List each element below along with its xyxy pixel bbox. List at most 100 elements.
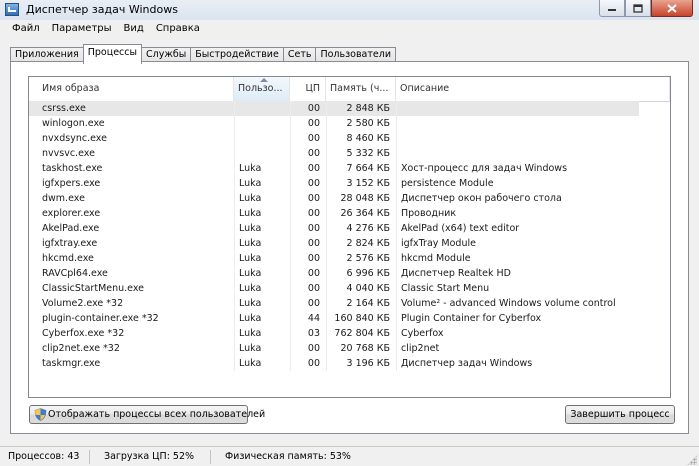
cell-image-name: ClassicStartMenu.exe bbox=[42, 283, 145, 294]
column-memory[interactable]: Память (ч... bbox=[326, 77, 396, 101]
cell-memory: 2 580 КБ bbox=[326, 116, 396, 131]
title-bar[interactable]: Диспетчер задач Windows bbox=[0, 0, 699, 20]
table-row[interactable]: clip2net.exe *32 Luka 00 20 768 КБ clip2net bbox=[29, 341, 670, 356]
table-row[interactable]: taskmgr.exe Luka 00 3 196 КБ Диспетчер задач… bbox=[29, 356, 670, 371]
column-user[interactable]: Пользо... bbox=[234, 77, 290, 101]
cell-image-name: dwm.exe bbox=[42, 193, 85, 204]
table-row[interactable]: plugin-container.exe *32 Luka 44 160 840 КБ… bbox=[29, 311, 670, 326]
table-row[interactable]: Cyberfox.exe *32 Luka 03 762 804 КБ Cyberfox bbox=[29, 326, 670, 341]
cell-memory: 3 152 КБ bbox=[326, 176, 396, 191]
cell-description: Хост-процесс для задач Windows bbox=[396, 161, 670, 176]
table-row[interactable]: csrss.exe 00 2 848 КБ bbox=[29, 101, 639, 116]
cell-memory: 3 196 КБ bbox=[326, 356, 396, 371]
cell-cpu: 00 bbox=[290, 356, 326, 371]
menu-file[interactable]: Файл bbox=[6, 20, 46, 38]
cell-memory: 7 664 КБ bbox=[326, 161, 396, 176]
cell-user bbox=[234, 131, 290, 146]
cell-memory: 2 576 КБ bbox=[326, 251, 396, 266]
cell-image-name: explorer.exe bbox=[42, 208, 101, 219]
resize-grip[interactable] bbox=[687, 455, 697, 465]
cell-user: Luka bbox=[234, 296, 290, 311]
cell-user bbox=[234, 116, 290, 131]
cell-memory: 4 276 КБ bbox=[326, 221, 396, 236]
cell-cpu: 00 bbox=[290, 101, 326, 116]
menu-bar: Файл Параметры Вид Справка bbox=[0, 20, 206, 38]
cell-user: Luka bbox=[234, 281, 290, 296]
show-all-users-processes-button[interactable]: Отображать процессы всех пользователей bbox=[29, 405, 265, 424]
cell-image-name: winlogon.exe bbox=[42, 118, 105, 129]
cell-user: Luka bbox=[234, 161, 290, 176]
cell-description: Проводник bbox=[396, 206, 670, 221]
tab-processes[interactable]: Процессы bbox=[82, 44, 142, 64]
column-description[interactable]: Описание bbox=[396, 77, 670, 101]
cell-description: igfxTray Module bbox=[396, 236, 670, 251]
cell-description: persistence Module bbox=[396, 176, 670, 191]
cell-cpu: 00 bbox=[290, 131, 326, 146]
table-row[interactable]: nvxdsync.exe 00 8 460 КБ bbox=[29, 131, 670, 146]
table-row[interactable]: nvvsvc.exe 00 5 332 КБ bbox=[29, 146, 670, 161]
cell-cpu: 00 bbox=[290, 206, 326, 221]
menu-view[interactable]: Вид bbox=[118, 20, 150, 38]
status-bar: Процессов: 43 Загрузка ЦП: 52% Физическа… bbox=[0, 446, 699, 466]
cell-description bbox=[396, 101, 670, 116]
table-row[interactable]: Volume2.exe *32 Luka 00 2 164 КБ Volume² - a… bbox=[29, 296, 670, 311]
cell-memory: 4 040 КБ bbox=[326, 281, 396, 296]
cell-memory: 20 768 КБ bbox=[326, 341, 396, 356]
cell-image-name: taskmgr.exe bbox=[42, 358, 101, 369]
cell-cpu: 00 bbox=[290, 221, 326, 236]
menu-options[interactable]: Параметры bbox=[46, 20, 118, 38]
window-title: Диспетчер задач Windows bbox=[26, 3, 178, 16]
table-header: Имя образа Пользо... ЦП Память (ч... Опи… bbox=[29, 77, 670, 102]
cell-user: Luka bbox=[234, 191, 290, 206]
minimize-button[interactable] bbox=[599, 0, 625, 17]
task-manager-icon bbox=[5, 3, 19, 16]
table-row[interactable]: hkcmd.exe Luka 00 2 576 КБ hkcmd Module bbox=[29, 251, 670, 266]
processes-panel: Имя образа Пользо... ЦП Память (ч... Опи… bbox=[10, 61, 689, 434]
table-row[interactable]: explorer.exe Luka 00 26 364 КБ Проводник bbox=[29, 206, 670, 221]
column-user-label: Пользо... bbox=[238, 83, 283, 94]
status-process-count: Процессов: 43 bbox=[0, 450, 90, 464]
table-row[interactable]: winlogon.exe 00 2 580 КБ bbox=[29, 116, 670, 131]
cell-image-name: clip2net.exe *32 bbox=[42, 343, 120, 354]
cell-image-name: taskhost.exe bbox=[42, 163, 103, 174]
close-button[interactable] bbox=[651, 0, 693, 17]
cell-description bbox=[396, 146, 670, 161]
cell-description: Volume² - advanced Windows volume contro… bbox=[396, 296, 670, 311]
cell-user bbox=[234, 101, 290, 116]
cell-memory: 2 164 КБ bbox=[326, 296, 396, 311]
cell-memory: 2 848 КБ bbox=[326, 101, 396, 116]
table-row[interactable]: taskhost.exe Luka 00 7 664 КБ Хост-процесс д… bbox=[29, 161, 670, 176]
end-process-button[interactable]: Завершить процесс bbox=[565, 405, 675, 424]
process-table[interactable]: Имя образа Пользо... ЦП Память (ч... Опи… bbox=[28, 76, 671, 398]
cell-image-name: hkcmd.exe bbox=[42, 253, 94, 264]
cell-cpu: 00 bbox=[290, 296, 326, 311]
cell-image-name: igfxpers.exe bbox=[42, 178, 101, 189]
table-row[interactable]: ClassicStartMenu.exe Luka 00 4 040 КБ Classi… bbox=[29, 281, 670, 296]
minimize-icon bbox=[608, 9, 616, 11]
maximize-button[interactable] bbox=[625, 0, 651, 17]
cell-memory: 5 332 КБ bbox=[326, 146, 396, 161]
table-row[interactable]: igfxtray.exe Luka 00 2 824 КБ igfxTray Modul… bbox=[29, 236, 670, 251]
menu-help[interactable]: Справка bbox=[150, 20, 206, 38]
cell-image-name: nvxdsync.exe bbox=[42, 133, 107, 144]
cell-cpu: 00 bbox=[290, 161, 326, 176]
table-row[interactable]: AkelPad.exe Luka 00 4 276 КБ AkelPad (x64) t… bbox=[29, 221, 670, 236]
window-controls bbox=[599, 0, 693, 18]
task-manager-window: Диспетчер задач Windows Файл Параметры В… bbox=[0, 0, 699, 466]
cell-user: Luka bbox=[234, 176, 290, 191]
table-row[interactable]: RAVCpl64.exe Luka 00 6 996 КБ Диспетчер Real… bbox=[29, 266, 670, 281]
tab-strip: Приложения Процессы Службы Быстродействи… bbox=[10, 44, 397, 64]
cell-cpu: 00 bbox=[290, 176, 326, 191]
cell-user: Luka bbox=[234, 206, 290, 221]
cell-cpu: 00 bbox=[290, 191, 326, 206]
table-row[interactable]: dwm.exe Luka 00 28 048 КБ Диспетчер окон раб… bbox=[29, 191, 670, 206]
close-icon bbox=[667, 3, 677, 13]
cell-description: Plugin Container for Cyberfox bbox=[396, 311, 670, 326]
sort-ascending-icon bbox=[260, 78, 268, 82]
cell-memory: 762 804 КБ bbox=[326, 326, 396, 341]
cell-user: Luka bbox=[234, 251, 290, 266]
table-row[interactable]: igfxpers.exe Luka 00 3 152 КБ persistence Mo… bbox=[29, 176, 670, 191]
cell-description: Диспетчер Realtek HD bbox=[396, 266, 670, 281]
column-image-name[interactable]: Имя образа bbox=[29, 77, 234, 101]
column-cpu[interactable]: ЦП bbox=[290, 77, 326, 101]
